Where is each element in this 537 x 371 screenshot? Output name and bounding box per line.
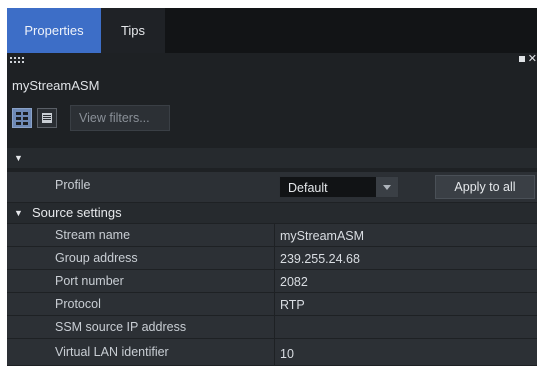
section-label: Source settings	[32, 205, 122, 220]
property-key: Stream name	[55, 228, 131, 242]
property-value[interactable]: 239.255.24.68	[280, 252, 360, 266]
maximize-icon[interactable]	[518, 56, 525, 63]
property-value[interactable]: myStreamASM	[280, 229, 364, 243]
profile-select-value: Default	[288, 181, 328, 195]
property-row-group-address[interactable]: Group address 239.255.24.68	[7, 247, 537, 270]
property-row-vlan-id[interactable]: Virtual LAN identifier 10	[7, 339, 537, 366]
properties-panel: Properties Tips ✕ myStreamASM View filte…	[7, 8, 537, 366]
view-filters-button[interactable]: View filters...	[70, 105, 170, 131]
property-value[interactable]: RTP	[280, 298, 305, 312]
object-name: myStreamASM	[12, 78, 100, 93]
profile-select[interactable]: Default	[279, 176, 399, 198]
tab-tips[interactable]: Tips	[101, 8, 165, 53]
property-row-protocol[interactable]: Protocol RTP	[7, 293, 537, 316]
profile-section-header[interactable]: ▼	[7, 148, 537, 168]
window-controls: ✕	[518, 53, 537, 65]
property-row-port-number[interactable]: Port number 2082	[7, 270, 537, 293]
property-key: Virtual LAN identifier	[55, 345, 169, 359]
chevron-down-icon[interactable]	[376, 177, 398, 197]
close-icon[interactable]: ✕	[528, 53, 537, 65]
property-key: Port number	[55, 274, 124, 288]
categorized-view-button[interactable]	[12, 108, 32, 128]
property-key: Group address	[55, 251, 138, 265]
collapse-arrow-icon[interactable]: ▼	[14, 153, 23, 163]
property-row-ssm-source-ip[interactable]: SSM source IP address	[7, 316, 537, 339]
tab-properties[interactable]: Properties	[7, 8, 101, 53]
profile-label: Profile	[55, 178, 91, 192]
property-key: Protocol	[55, 297, 101, 311]
property-key: SSM source IP address	[55, 320, 187, 334]
property-value[interactable]: 2082	[280, 275, 308, 289]
tab-bar: Properties Tips	[7, 8, 537, 53]
profile-row: Profile Default Apply to all	[7, 172, 537, 202]
property-value[interactable]: 10	[280, 347, 294, 361]
source-settings-header[interactable]: ▼ Source settings	[7, 203, 537, 223]
list-view-button[interactable]	[37, 108, 57, 128]
property-row-stream-name[interactable]: Stream name myStreamASM	[7, 224, 537, 247]
collapse-arrow-icon[interactable]: ▼	[14, 208, 23, 218]
apply-to-all-button[interactable]: Apply to all	[435, 175, 535, 199]
